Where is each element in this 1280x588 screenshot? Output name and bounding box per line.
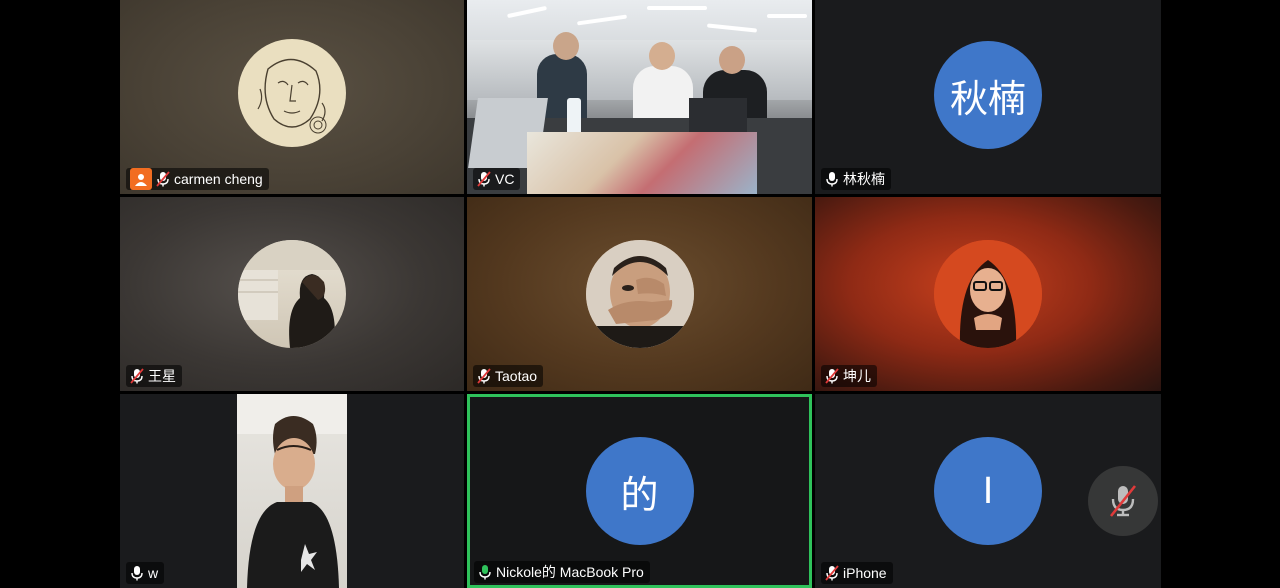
participant-tile-lin-qiunan[interactable]: 秋楠 林秋楠 [815,0,1161,194]
participant-name: VC [495,171,515,187]
host-icon [130,168,152,190]
mic-muted-icon [825,565,839,581]
mic-icon [131,566,143,581]
participant-tile-nickole-macbook-pro[interactable]: 的 Nickole的 MacBook Pro [467,394,812,588]
participant-tile-carmen-cheng[interactable]: carmen cheng [120,0,464,194]
mic-icon [826,172,838,187]
participant-name: Nickole的 MacBook Pro [496,564,644,580]
avatar-photo-red-portrait [934,240,1042,348]
avatar-photo-face [585,240,694,348]
participant-tile-taotao[interactable]: Taotao [467,197,812,391]
name-tag: Nickole的 MacBook Pro [474,561,650,583]
name-tag: Taotao [473,365,544,387]
mic-muted-icon [1109,485,1137,517]
mic-muted-icon [477,171,491,187]
name-tag: 王星 [126,365,182,387]
meeting-room-video [467,0,812,194]
avatar-initials: 秋楠 [934,41,1042,150]
participant-tile-kuner[interactable]: 坤儿 [815,197,1161,391]
mic-muted-icon [477,368,491,384]
mic-active-icon [479,565,491,580]
participant-name: Taotao [495,368,538,384]
name-tag: VC [473,168,521,190]
participant-name: 王星 [148,368,176,384]
mic-muted-icon [825,368,839,384]
name-tag: w [126,562,165,584]
participant-tile-w[interactable]: w [120,394,464,588]
name-tag: 林秋楠 [821,168,891,190]
name-tag: iPhone [821,562,893,584]
floating-mute-button[interactable] [1088,466,1158,536]
participant-name: w [148,565,159,581]
participant-tile-vc[interactable]: VC [467,0,812,194]
avatar-line-drawing [238,39,346,148]
mic-muted-icon [156,171,170,187]
participant-name: 林秋楠 [843,171,885,187]
avatar-photo-person [238,240,346,348]
participant-name: carmen cheng [174,171,263,187]
participant-name: iPhone [843,565,887,581]
avatar-initials: 的 [585,437,694,545]
avatar-initials: I [934,437,1042,545]
mic-muted-icon [130,368,144,384]
selfie-video [237,394,347,588]
participant-tile-wang-xing[interactable]: 王星 [120,197,464,391]
name-tag: 坤儿 [821,365,877,387]
participant-name: 坤儿 [843,368,871,384]
name-tag: carmen cheng [126,168,269,190]
